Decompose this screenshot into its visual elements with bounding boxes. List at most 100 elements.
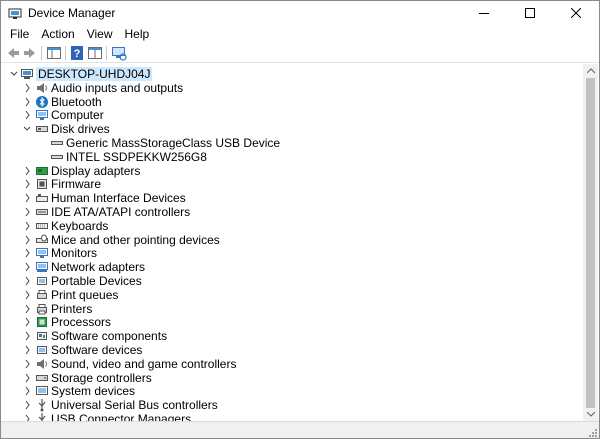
tree-category-label: Monitors — [51, 246, 98, 261]
scroll-down-button[interactable] — [583, 407, 598, 421]
tree-category-row[interactable]: Audio inputs and outputs — [2, 81, 572, 95]
firmware-icon — [37, 179, 47, 190]
back-arrow-icon[interactable] — [5, 45, 21, 61]
show-hide-console-tree-icon[interactable] — [46, 45, 62, 61]
minimize-icon — [479, 13, 489, 14]
system-device-icon — [36, 386, 48, 396]
chevron-right-icon[interactable] — [22, 315, 32, 329]
chevron-right-icon[interactable] — [22, 412, 32, 421]
tree-device-label: Generic MassStorageClass USB Device — [66, 136, 281, 150]
chevron-right-icon[interactable] — [22, 246, 32, 260]
storage-controller-icon — [36, 374, 48, 381]
tree-category-label: Human Interface Devices — [51, 191, 186, 206]
tree-category-row[interactable]: Universal Serial Bus controllers — [2, 398, 572, 412]
tree-category-label: Software components — [51, 329, 168, 344]
vertical-scrollbar[interactable] — [583, 64, 598, 421]
chevron-right-icon[interactable] — [22, 288, 32, 302]
close-button[interactable] — [553, 1, 599, 25]
menu-file[interactable]: File — [4, 25, 35, 43]
toolbar-separator — [106, 46, 107, 60]
tree-category-row[interactable]: Printers — [2, 302, 572, 316]
tree-category-row[interactable]: Computer — [2, 108, 572, 122]
tree-category-row[interactable]: System devices — [2, 384, 572, 398]
chevron-right-icon[interactable] — [22, 371, 32, 385]
tree-category-row[interactable]: Storage controllers — [2, 371, 572, 385]
menu-bar: File Action View Help — [1, 25, 599, 43]
minimize-button[interactable] — [461, 1, 507, 25]
tree-category-row[interactable]: Display adapters — [2, 164, 572, 178]
menu-help[interactable]: Help — [119, 25, 156, 43]
chevron-right-icon[interactable] — [22, 260, 32, 274]
tree-category-label: Storage controllers — [51, 370, 152, 385]
tree-category-row[interactable]: Portable Devices — [2, 274, 572, 288]
tree-category-row[interactable]: Keyboards — [2, 219, 572, 233]
chevron-down-icon[interactable] — [9, 67, 19, 81]
chevron-right-icon[interactable] — [22, 191, 32, 205]
chevron-right-icon[interactable] — [22, 343, 32, 357]
device-manager-window: Device Manager File Action View Help ? D… — [0, 0, 600, 439]
tree-category-row[interactable]: Disk drives — [2, 122, 572, 136]
tree-category-label: Sound, video and game controllers — [51, 356, 237, 371]
tree-category-row[interactable]: Network adapters — [2, 260, 572, 274]
menu-action[interactable]: Action — [35, 25, 80, 43]
monitor-icon — [36, 248, 48, 259]
chevron-right-icon[interactable] — [22, 95, 32, 109]
tree-category-row[interactable]: Mice and other pointing devices — [2, 233, 572, 247]
chevron-right-icon[interactable] — [22, 274, 32, 288]
display-adapter-icon — [36, 166, 48, 175]
title-bar[interactable]: Device Manager — [1, 1, 599, 25]
chevron-right-icon[interactable] — [22, 164, 32, 178]
tree-category-row[interactable]: Monitors — [2, 246, 572, 260]
chevron-right-icon[interactable] — [22, 108, 32, 122]
chevron-right-icon[interactable] — [22, 205, 32, 219]
tree-category-row[interactable]: Software devices — [2, 343, 572, 357]
help-icon[interactable]: ? — [69, 45, 85, 61]
chevron-right-icon[interactable] — [22, 302, 32, 316]
tree-category-label: Universal Serial Bus controllers — [51, 398, 218, 413]
scan-hardware-changes-icon[interactable] — [111, 45, 127, 61]
menu-view[interactable]: View — [81, 25, 119, 43]
ide-controller-icon — [36, 209, 48, 215]
properties-icon[interactable] — [87, 45, 103, 61]
toolbar-separator — [65, 46, 66, 60]
root-computer-name: DESKTOP-UHDJ04J — [36, 67, 153, 81]
tree-category-row[interactable]: Human Interface Devices — [2, 191, 572, 205]
tree-category-row[interactable]: USB Connector Managers — [2, 412, 572, 421]
scroll-down-arrow-icon — [586, 411, 595, 417]
chevron-right-icon[interactable] — [22, 81, 32, 95]
chevron-right-icon[interactable] — [22, 233, 32, 247]
tree-category-label: Bluetooth — [51, 94, 102, 109]
chevron-right-icon[interactable] — [22, 384, 32, 398]
usb-controller-icon — [38, 399, 46, 412]
device-tree[interactable]: DESKTOP-UHDJ04J Audio inputs and outputs… — [2, 64, 583, 421]
tree-device-row[interactable]: Generic MassStorageClass USB Device — [2, 136, 572, 150]
disk-drive-icon — [36, 126, 48, 133]
chevron-right-icon[interactable] — [22, 329, 32, 343]
tree-category-row[interactable]: IDE ATA/ATAPI controllers — [2, 205, 572, 219]
chevron-down-icon[interactable] — [22, 122, 32, 136]
tree-device-row[interactable]: INTEL SSDPEKKW256G8 — [2, 150, 572, 164]
tree-category-row[interactable]: Bluetooth — [2, 95, 572, 109]
scroll-up-arrow-icon — [586, 68, 595, 74]
scroll-up-button[interactable] — [583, 64, 598, 78]
computer-icon — [21, 69, 33, 79]
chevron-right-icon[interactable] — [22, 398, 32, 412]
maximize-button[interactable] — [507, 1, 553, 25]
drive-device-icon — [51, 141, 63, 145]
forward-arrow-icon[interactable] — [22, 45, 38, 61]
speaker-icon — [37, 82, 47, 93]
chevron-right-icon[interactable] — [22, 177, 32, 191]
tree-category-row[interactable]: Software components — [2, 329, 572, 343]
tree-category-row[interactable]: Processors — [2, 315, 572, 329]
processor-icon — [37, 317, 47, 328]
resize-grip-icon[interactable] — [587, 427, 597, 437]
tree-category-row[interactable]: Firmware — [2, 177, 572, 191]
chevron-right-icon[interactable] — [22, 219, 32, 233]
chevron-right-icon[interactable] — [22, 357, 32, 371]
tree-category-row[interactable]: Print queues — [2, 288, 572, 302]
tree-category-row[interactable]: Sound, video and game controllers — [2, 357, 572, 371]
hid-icon — [36, 194, 48, 203]
scrollbar-thumb[interactable] — [586, 78, 595, 408]
tree-root[interactable]: DESKTOP-UHDJ04J — [2, 67, 572, 81]
tree-device-label: INTEL SSDPEKKW256G8 — [66, 149, 207, 164]
